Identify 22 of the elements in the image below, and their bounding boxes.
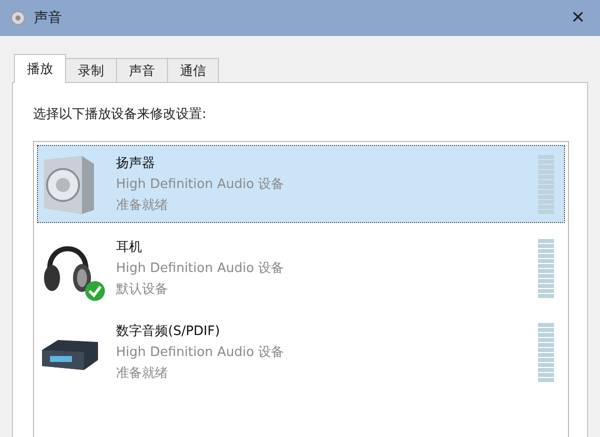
instruction-text: 选择以下播放设备来修改设置: (33, 106, 208, 123)
close-button[interactable]: ✕ (558, 3, 598, 33)
level-meter (538, 322, 554, 382)
tab[interactable]: 播放 (14, 54, 66, 83)
window-title: 声音 (34, 9, 63, 27)
device-item[interactable]: 扬声器 High Definition Audio 设备 准备就绪 (37, 145, 565, 223)
level-meter (538, 154, 554, 214)
device-item[interactable]: 数字音频(S/PDIF) High Definition Audio 设备 准备就绪 (37, 313, 565, 391)
device-status: 准备就绪 (116, 365, 169, 382)
level-meter (538, 238, 554, 298)
device-status: 默认设备 (116, 281, 169, 298)
device-driver: High Definition Audio 设备 (116, 176, 286, 193)
tab[interactable]: 声音 (116, 58, 168, 82)
device-driver: High Definition Audio 设备 (116, 260, 286, 277)
device-name: 耳机 (116, 239, 143, 256)
device-driver: High Definition Audio 设备 (116, 344, 286, 361)
device-status: 准备就绪 (116, 197, 169, 214)
tab[interactable]: 通信 (167, 58, 219, 82)
device-name: 扬声器 (116, 155, 156, 172)
device-item[interactable]: 耳机 High Definition Audio 设备 默认设备 (37, 229, 565, 307)
tab[interactable]: 录制 (65, 58, 117, 82)
device-name: 数字音频(S/PDIF) (116, 323, 221, 340)
